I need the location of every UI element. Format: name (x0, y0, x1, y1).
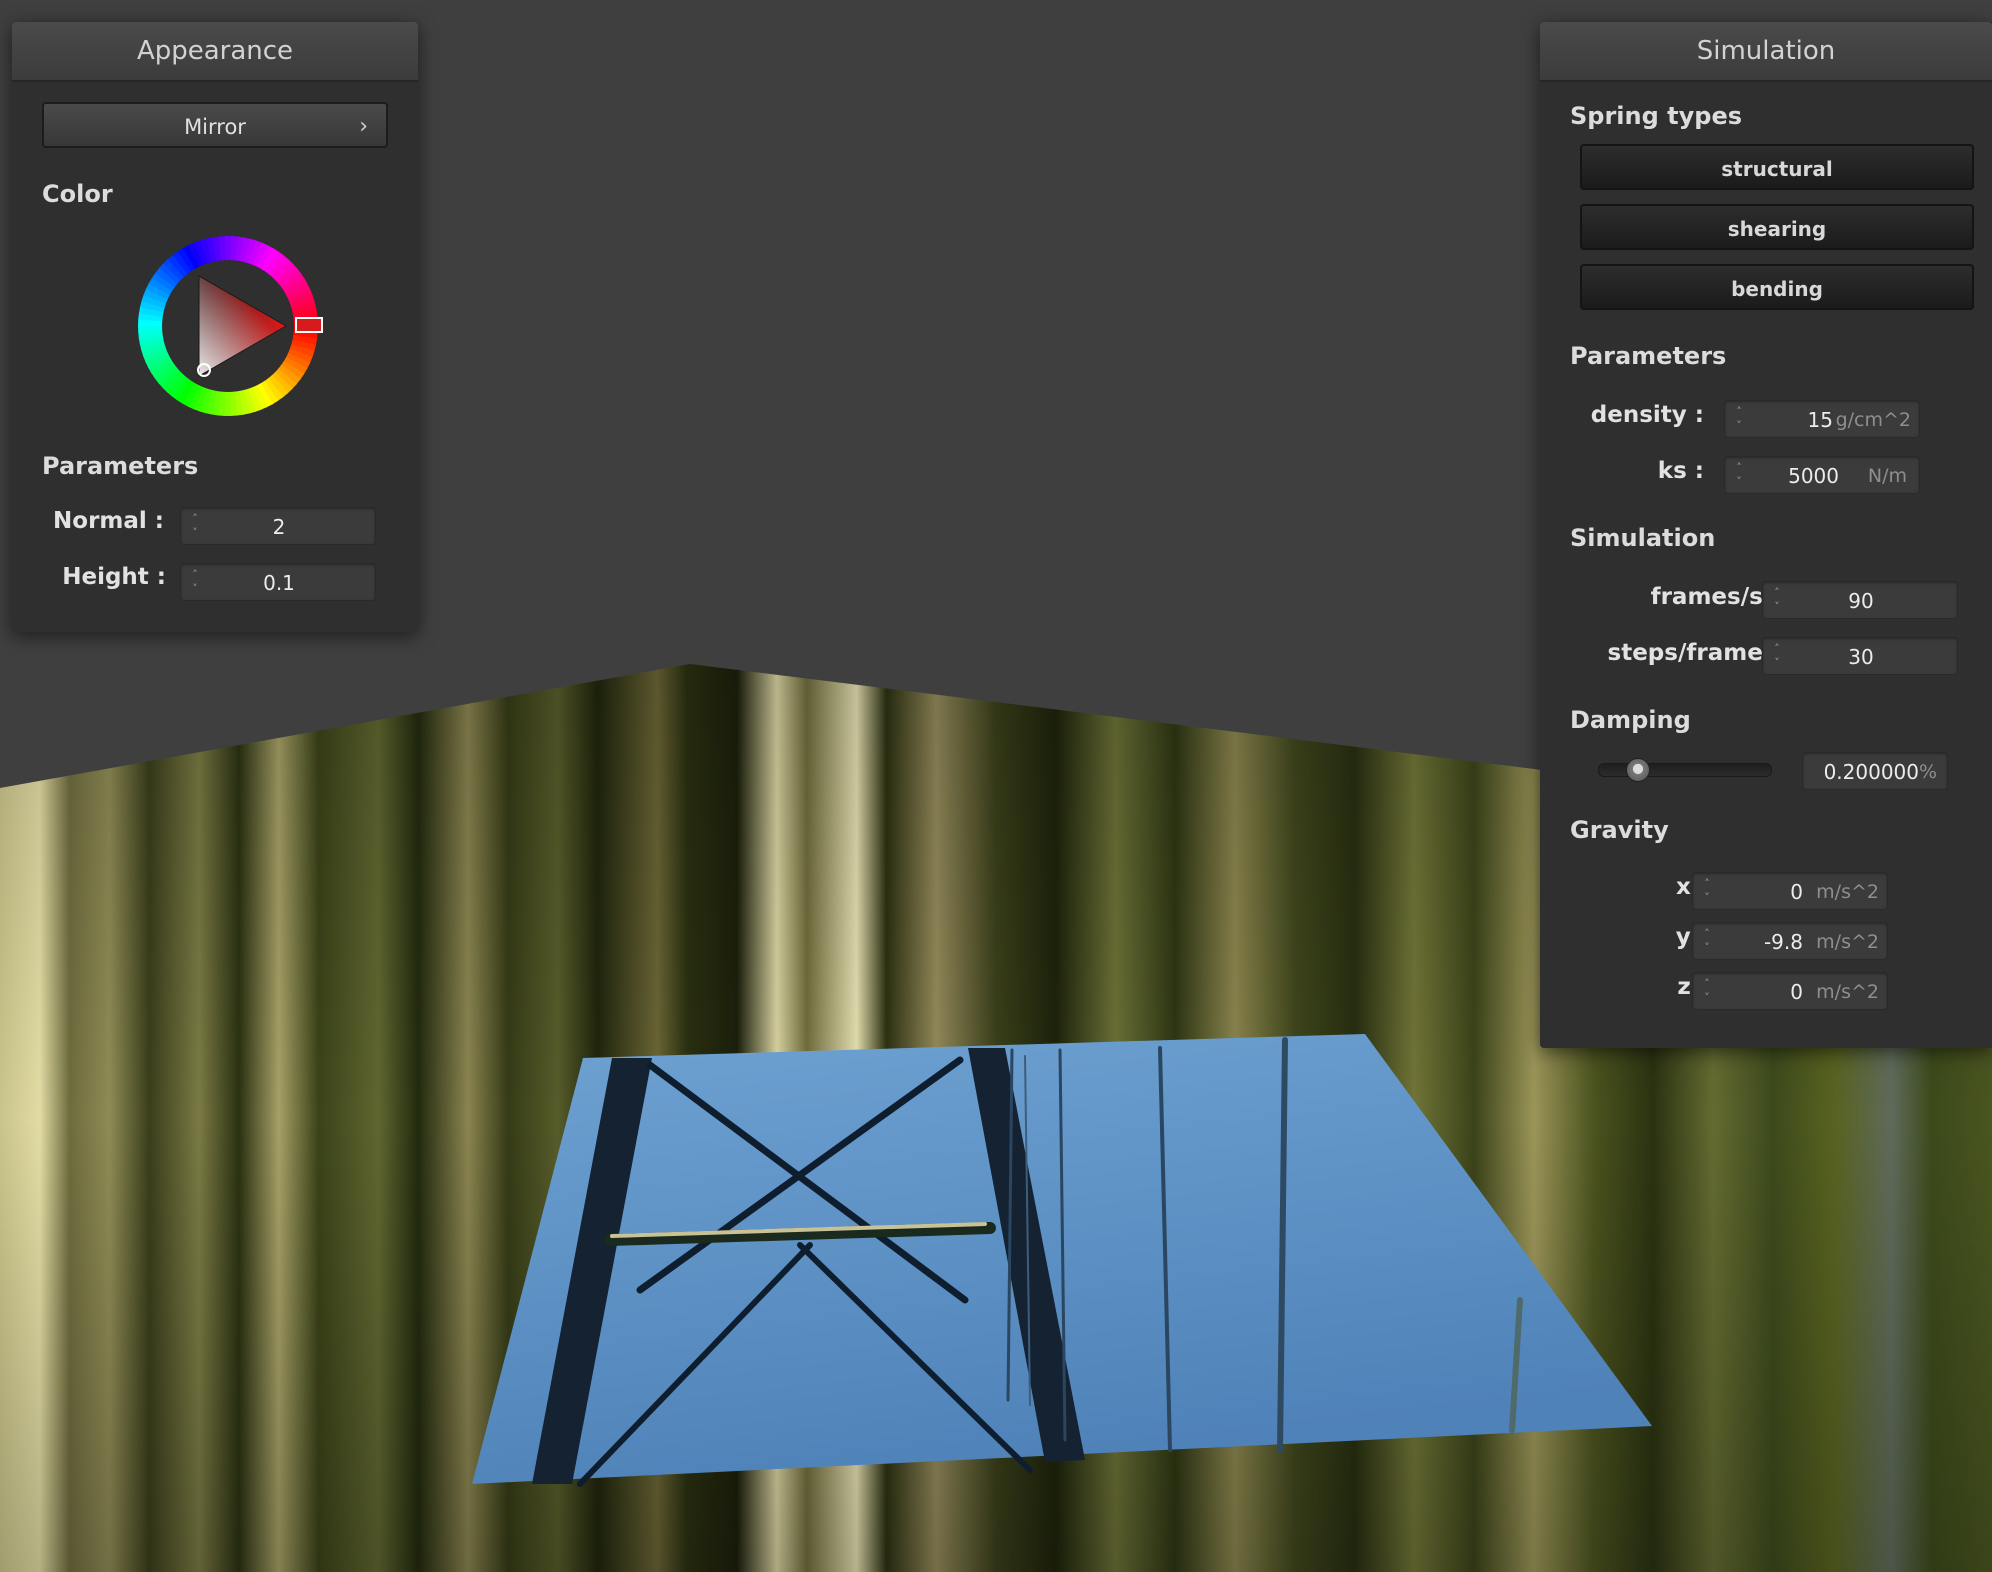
appearance-parameters-label: Parameters (42, 452, 199, 480)
gravity-z-value: 0 (1790, 980, 1803, 1004)
color-wheel[interactable] (128, 226, 328, 426)
fps-input[interactable]: ˄ ˅ 90 (1762, 581, 1958, 619)
gravity-x-value: 0 (1790, 880, 1803, 904)
ks-unit: N/m (1867, 465, 1907, 487)
ks-value: 5000 (1788, 464, 1839, 488)
damping-input[interactable]: 0.200000 % (1802, 752, 1948, 790)
appearance-panel-title[interactable]: Appearance (12, 22, 418, 82)
density-unit: g/cm^2 (1835, 409, 1911, 431)
height-label: Height : (62, 564, 166, 590)
damping-unit: % (1918, 761, 1937, 783)
height-value: 0.1 (263, 571, 295, 595)
gravity-y-input[interactable]: ˄ ˅ -9.8 m/s^2 (1692, 922, 1888, 960)
spinner-arrows-icon[interactable]: ˄ ˅ (1733, 461, 1745, 489)
density-input[interactable]: ˄ ˅ 15 g/cm^2 (1724, 400, 1920, 438)
gravity-x-input[interactable]: ˄ ˅ 0 m/s^2 (1692, 872, 1888, 910)
gravity-z-input[interactable]: ˄ ˅ 0 m/s^2 (1692, 972, 1888, 1010)
bending-toggle-button[interactable]: bending (1580, 264, 1974, 310)
steps-per-frame-label: steps/frame : (1607, 640, 1780, 666)
simulation-parameters-label: Parameters (1570, 342, 1727, 370)
color-section-label: Color (42, 180, 113, 208)
gravity-x-unit: m/s^2 (1816, 881, 1879, 903)
density-label: density : (1590, 402, 1704, 428)
damping-value: 0.200000 (1823, 760, 1919, 784)
simulation-panel: Simulation Spring types structural shear… (1540, 22, 1992, 1048)
normal-label: Normal : (53, 508, 164, 534)
normal-input[interactable]: ˄ ˅ 2 (180, 507, 376, 545)
spring-types-label: Spring types (1570, 102, 1743, 130)
hue-marker (295, 317, 323, 333)
steps-per-frame-input[interactable]: ˄ ˅ 30 (1762, 637, 1958, 675)
gravity-z-label: z : (1677, 974, 1708, 1000)
ks-label: ks : (1657, 458, 1704, 484)
gravity-y-value: -9.8 (1763, 930, 1803, 954)
density-value: 15 (1807, 408, 1833, 432)
shader-select-button[interactable]: Mirror › (42, 102, 388, 148)
damping-label: Damping (1570, 706, 1691, 734)
gravity-label: Gravity (1570, 816, 1669, 844)
simulation-panel-title[interactable]: Simulation (1540, 22, 1992, 82)
damping-slider-handle[interactable] (1626, 758, 1650, 782)
spinner-arrows-icon[interactable]: ˄ ˅ (1701, 877, 1713, 905)
gravity-y-label: y : (1675, 924, 1708, 950)
gravity-y-unit: m/s^2 (1816, 931, 1879, 953)
gravity-z-unit: m/s^2 (1816, 981, 1879, 1003)
ks-input[interactable]: ˄ ˅ 5000 N/m (1724, 456, 1920, 494)
spinner-arrows-icon[interactable]: ˄ ˅ (1733, 405, 1745, 433)
normal-value: 2 (272, 515, 286, 539)
spinner-arrows-icon[interactable]: ˄ ˅ (1701, 977, 1713, 1005)
shearing-toggle-button[interactable]: shearing (1580, 204, 1974, 250)
fps-value: 90 (1848, 589, 1874, 613)
structural-toggle-button[interactable]: structural (1580, 144, 1974, 190)
spinner-arrows-icon[interactable]: ˄ ˅ (1701, 927, 1713, 955)
fps-label: frames/s : (1650, 584, 1780, 610)
steps-per-frame-value: 30 (1848, 645, 1874, 669)
appearance-panel: Appearance Mirror › Color Parameters Nor… (12, 22, 418, 632)
gravity-x-label: x : (1675, 874, 1708, 900)
simulation-section-label: Simulation (1570, 524, 1716, 552)
chevron-right-icon: › (359, 114, 368, 139)
height-input[interactable]: ˄ ˅ 0.1 (180, 563, 376, 601)
shader-select-label: Mirror (184, 115, 246, 139)
damping-slider-track[interactable] (1598, 763, 1772, 777)
